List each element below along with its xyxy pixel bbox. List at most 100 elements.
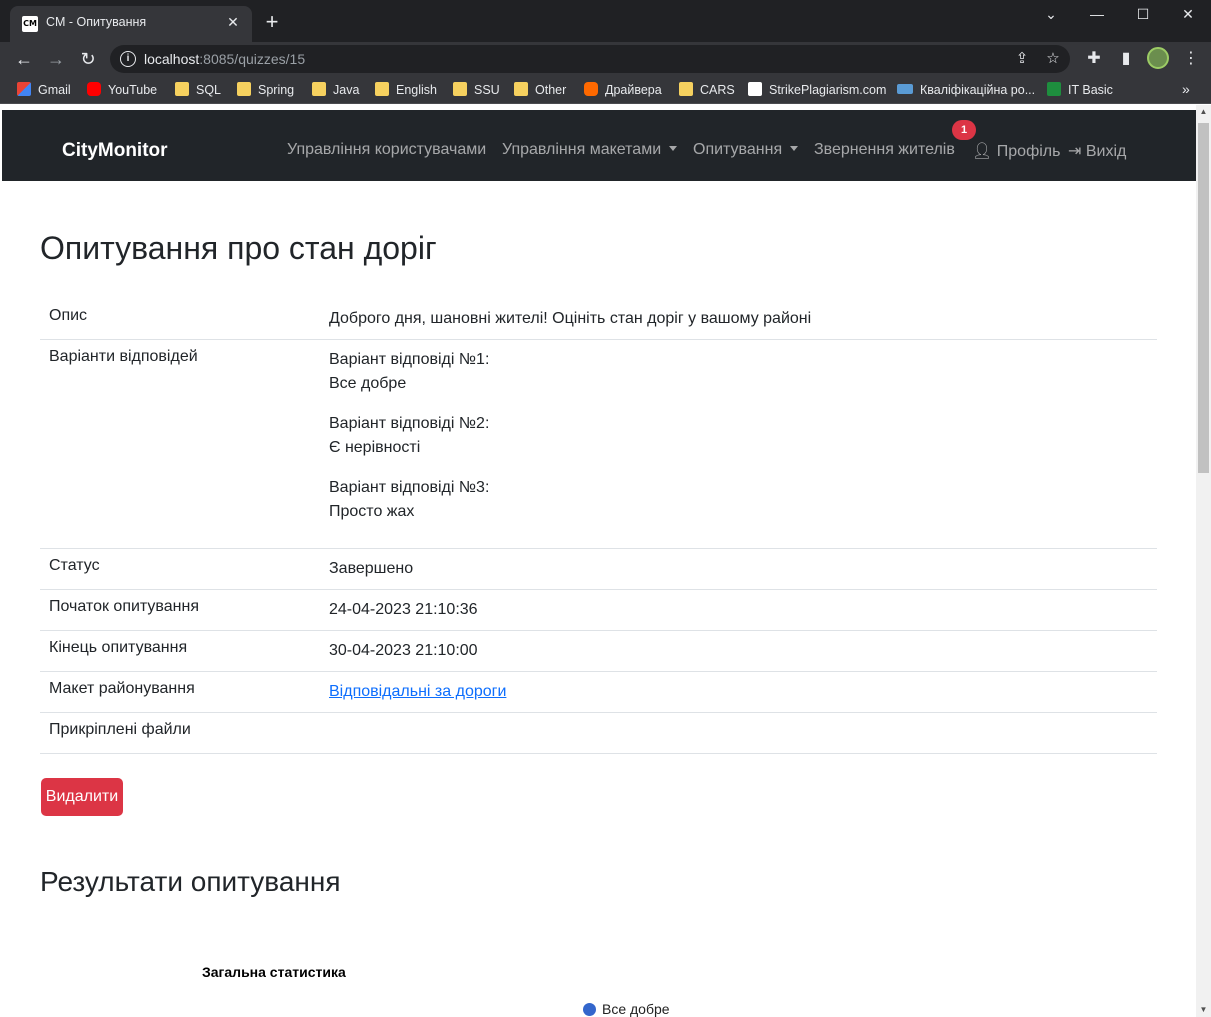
user-icon: 👤︎ <box>972 143 997 160</box>
option-heading: Варіант відповіді №3: <box>329 479 490 496</box>
browser-window: CM CM - Опитування ✕ + ⌄ — ☐ ✕ ← → ↻ i l… <box>0 0 1211 1017</box>
nav-quizzes-dropdown[interactable]: Опитування <box>693 141 799 159</box>
site-navbar: CityMonitor Управління користувачами Упр… <box>2 110 1196 181</box>
delete-button[interactable]: Видалити <box>41 778 123 816</box>
layout-link[interactable]: Відповідальні за дороги <box>329 683 506 700</box>
classroom-icon <box>1047 82 1061 96</box>
document-icon <box>748 82 762 96</box>
row-files: Прикріплені файли <box>40 713 1157 754</box>
share-icon[interactable]: ⇪ <box>1012 49 1032 69</box>
window-close-icon[interactable]: ✕ <box>1173 4 1203 24</box>
nav-appeals[interactable]: Звернення жителів <box>814 141 955 159</box>
option-heading: Варіант відповіді №2: <box>329 415 490 432</box>
bookmark-spring[interactable]: Spring <box>237 82 294 100</box>
row-end: Кінець опитування 30-04-2023 21:10:00 <box>40 631 1157 672</box>
legend-dot <box>583 1003 596 1016</box>
tab-active[interactable]: CM CM - Опитування ✕ <box>10 6 252 42</box>
page-title: Опитування про стан доріг <box>40 230 437 266</box>
new-tab-icon[interactable]: + <box>262 11 282 33</box>
page-viewport: CityMonitor Управління користувачами Упр… <box>0 105 1196 1017</box>
bookmark-java[interactable]: Java <box>312 82 359 100</box>
tab-close-icon[interactable]: ✕ <box>224 13 242 31</box>
bookmark-other[interactable]: Other <box>514 82 566 100</box>
bookmark-qualification[interactable]: Кваліфікаційна ро... <box>897 82 1035 100</box>
scroll-thumb[interactable] <box>1198 123 1209 473</box>
tab-strip: CM CM - Опитування ✕ + ⌄ — ☐ ✕ <box>0 0 1211 42</box>
layout-label: Макет районування <box>49 680 195 697</box>
folder-icon <box>453 82 467 96</box>
option-heading: Варіант відповіді №1: <box>329 351 490 368</box>
profile-avatar[interactable] <box>1147 47 1169 69</box>
bookmark-gmail[interactable]: Gmail <box>17 82 71 100</box>
start-value: 24-04-2023 21:10:36 <box>329 601 478 618</box>
tab-title: CM - Опитування <box>46 15 147 29</box>
folder-icon <box>679 82 693 96</box>
forward-icon[interactable]: → <box>44 47 68 71</box>
chart-title: Загальна статистика <box>202 964 346 980</box>
bookmark-drivers[interactable]: Драйвера <box>584 82 662 100</box>
row-layout: Макет районування Відповідальні за дорог… <box>40 672 1157 713</box>
bookmark-ssu[interactable]: SSU <box>453 82 500 100</box>
nav-quizzes-label: Опитування <box>693 141 783 158</box>
row-options: Варіанти відповідей Варіант відповіді №1… <box>40 340 1157 549</box>
option-text: Є нерівності <box>329 439 421 456</box>
bookmark-strikeplagiarism[interactable]: StrikePlagiarism.com <box>748 82 886 100</box>
folder-icon <box>237 82 251 96</box>
caret-down-icon <box>669 146 678 151</box>
start-label: Початок опитування <box>49 598 199 615</box>
bookmark-english[interactable]: English <box>375 82 437 100</box>
site-info-icon[interactable]: i <box>120 51 136 67</box>
address-bar[interactable]: i localhost:8085/quizzes/15 ⇪ ☆ <box>110 45 1070 73</box>
nav-logout[interactable]: ⇥ Вихід <box>1068 141 1126 161</box>
tab-search-icon[interactable]: ⌄ <box>1036 4 1066 24</box>
nav-profile[interactable]: 👤︎ Профіль <box>972 141 1060 161</box>
option-item: Варіант відповіді №1: Все добре <box>329 348 489 412</box>
reload-icon[interactable]: ↻ <box>76 47 100 71</box>
site-icon <box>897 84 913 94</box>
row-start: Початок опитування 24-04-2023 21:10:36 <box>40 590 1157 631</box>
scroll-down-icon[interactable]: ▼ <box>1196 1003 1211 1017</box>
bookmark-cars[interactable]: CARS <box>679 82 735 100</box>
minimize-icon[interactable]: — <box>1082 4 1112 24</box>
more-bookmarks-icon[interactable]: » <box>1182 81 1190 97</box>
option-text: Просто жах <box>329 503 415 520</box>
row-status: Статус Завершено <box>40 549 1157 590</box>
layout-value: Відповідальні за дороги <box>329 680 506 704</box>
row-description: Опис Доброго дня, шановні жителі! Оцініт… <box>40 299 1157 340</box>
caret-down-icon <box>790 146 799 151</box>
page-scrollbar[interactable]: ▲ ▼ <box>1196 105 1211 1017</box>
chart-legend-item[interactable]: Все добре <box>583 1001 670 1017</box>
bookmarks-bar: Gmail YouTube SQL Spring Java English SS… <box>0 76 1211 104</box>
folder-icon <box>312 82 326 96</box>
maximize-icon[interactable]: ☐ <box>1128 4 1158 24</box>
option-text: Все добре <box>329 375 407 392</box>
status-value: Завершено <box>329 560 414 577</box>
bookmark-it-basic[interactable]: IT Basic <box>1047 82 1113 100</box>
option-item: Варіант відповіді №2: Є нерівності <box>329 412 489 476</box>
menu-icon[interactable]: ⋮ <box>1179 47 1203 71</box>
end-value: 30-04-2023 21:10:00 <box>329 642 478 659</box>
mi-icon <box>584 82 598 96</box>
options-list: Варіант відповіді №1: Все добре Варіант … <box>329 348 489 540</box>
extensions-icon[interactable]: ✚ <box>1082 47 1106 71</box>
side-panel-icon[interactable]: ▮ <box>1114 47 1138 71</box>
back-icon[interactable]: ← <box>12 47 36 71</box>
options-label: Варіанти відповідей <box>49 348 198 365</box>
tab-favicon: CM <box>22 16 38 32</box>
nav-users[interactable]: Управління користувачами <box>287 141 486 159</box>
status-label: Статус <box>49 557 100 574</box>
url-text[interactable]: localhost:8085/quizzes/15 <box>144 51 305 67</box>
url-path: :8085/quizzes/15 <box>199 51 306 67</box>
nav-logout-label: Вихід <box>1085 143 1127 160</box>
bookmark-star-icon[interactable]: ☆ <box>1043 49 1063 69</box>
bookmark-sql[interactable]: SQL <box>175 82 221 100</box>
nav-layouts-dropdown[interactable]: Управління макетами <box>502 141 678 159</box>
scroll-up-icon[interactable]: ▲ <box>1196 105 1211 119</box>
nav-profile-label: Профіль <box>996 143 1061 160</box>
folder-icon <box>175 82 189 96</box>
option-item: Варіант відповіді №3: Просто жах <box>329 476 489 540</box>
description-value: Доброго дня, шановні жителі! Оцініть ста… <box>329 310 812 327</box>
folder-icon <box>514 82 528 96</box>
brand-logo[interactable]: CityMonitor <box>62 140 168 162</box>
bookmark-youtube[interactable]: YouTube <box>87 82 157 100</box>
